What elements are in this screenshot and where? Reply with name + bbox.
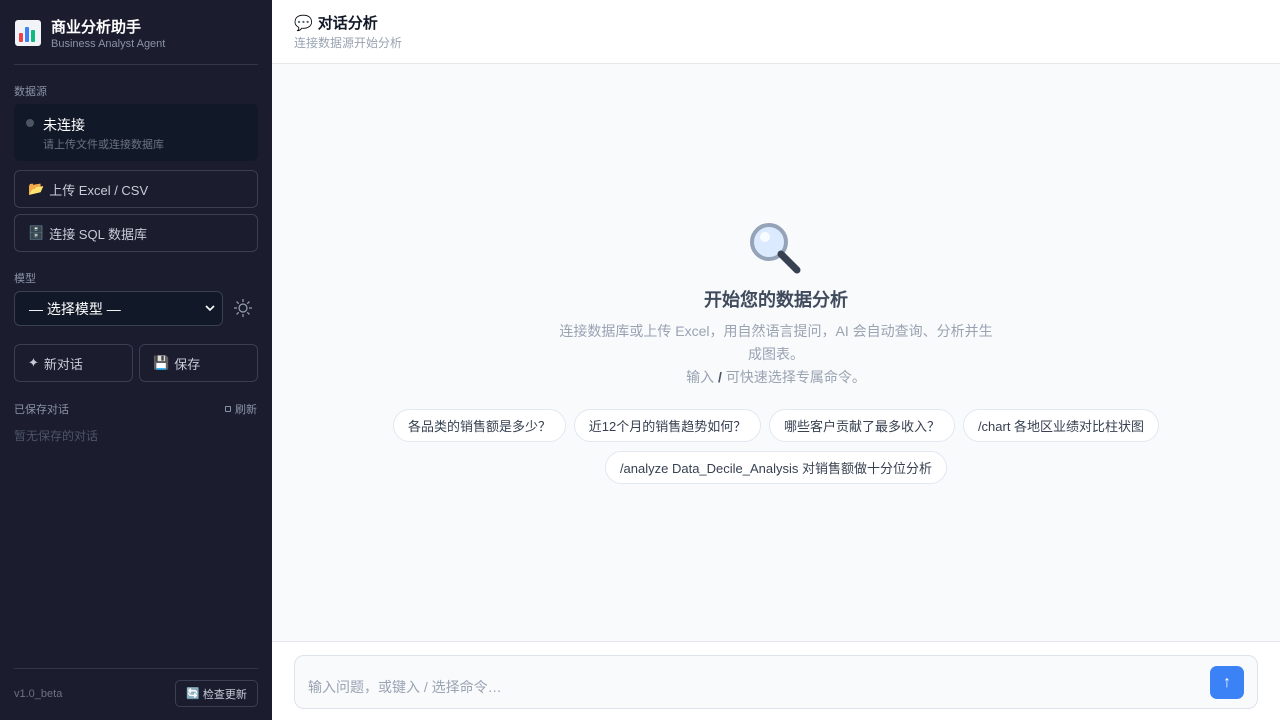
connection-hint: 请上传文件或连接数据库 <box>43 139 164 151</box>
suggestion-chip[interactable]: 近12个月的销售趋势如何？ <box>574 409 761 442</box>
hint-suffix: 可快速选择专属命令。 <box>725 369 866 385</box>
refresh-icon <box>225 406 231 412</box>
sidebar-footer: v1.0_beta 🔄 检查更新 <box>14 668 258 720</box>
welcome-description: 连接数据库或上传 Excel，用自然语言提问，AI 会自动查询、分析并生成图表。 <box>559 323 993 362</box>
sidebar: 商业分析助手 Business Analyst Agent 数据源 未连接 请上… <box>0 0 272 720</box>
save-button[interactable]: 💾 保存 <box>139 344 258 382</box>
connect-sql-button[interactable]: 🗄️ 连接 SQL 数据库 <box>14 214 258 252</box>
main-header: 💬 对话分析 连接数据源开始分析 <box>272 0 1280 64</box>
refresh-icon: 🔄 <box>186 688 200 700</box>
suggestion-chip[interactable]: 哪些客户贡献了最多收入？ <box>769 409 955 442</box>
hint-key: / <box>718 369 722 385</box>
saved-chats-label: 已保存对话 <box>14 404 69 416</box>
send-button[interactable]: ↑ <box>1210 666 1244 699</box>
folder-icon: 📂 <box>28 181 45 196</box>
refresh-label: 刷新 <box>235 404 257 416</box>
upload-file-label: 上传 Excel / CSV <box>49 182 149 198</box>
version-label: v1.0_beta <box>14 688 63 700</box>
chat-input-box: ↑ <box>294 655 1258 709</box>
model-label: 模型 <box>14 273 36 285</box>
speech-bubble-icon: 💬 <box>294 14 313 32</box>
page-subtitle: 连接数据源开始分析 <box>294 36 403 50</box>
connection-status: 未连接 <box>43 117 85 133</box>
sun-icon[interactable] <box>232 297 254 319</box>
new-chat-label: 新对话 <box>43 356 83 372</box>
magnifier-icon <box>750 223 801 274</box>
chat-input[interactable] <box>308 676 1188 698</box>
app-title: 商业分析助手 <box>51 19 142 36</box>
model-select-value: — 选择模型 — <box>29 300 121 317</box>
datasource-label: 数据源 <box>14 86 47 98</box>
saved-chats-empty: 暂无保存的对话 <box>14 429 99 443</box>
page-title-text: 对话分析 <box>317 15 378 32</box>
suggestion-chip[interactable]: /chart 各地区业绩对比柱状图 <box>963 409 1159 442</box>
refresh-saved-button[interactable]: 刷新 <box>225 401 257 417</box>
page-title: 💬 对话分析 <box>294 12 378 33</box>
save-label: 保存 <box>174 356 201 372</box>
connection-status-card: 未连接 请上传文件或连接数据库 <box>14 104 258 161</box>
status-dot-icon <box>26 119 34 127</box>
welcome-hint: 输入 / 可快速选择专属命令。 <box>272 367 1280 387</box>
check-update-label: 检查更新 <box>202 688 247 701</box>
suggestion-chip[interactable]: 各品类的销售额是多少？ <box>393 409 566 442</box>
check-update-button[interactable]: 🔄 检查更新 <box>175 680 258 707</box>
brand: 商业分析助手 Business Analyst Agent <box>14 16 258 65</box>
new-chat-button[interactable]: ✦ 新对话 <box>14 344 133 382</box>
bar-chart-icon <box>14 19 42 47</box>
hint-prefix: 输入 <box>686 369 715 385</box>
suggestion-chip[interactable]: /analyze Data_Decile_Analysis 对销售额做十分位分析 <box>605 451 947 484</box>
sparkle-icon: ✦ <box>28 355 39 370</box>
database-icon: 🗄️ <box>28 225 45 240</box>
chevron-down-icon <box>205 305 215 312</box>
app-subtitle: Business Analyst Agent <box>51 38 166 50</box>
welcome-title: 开始您的数据分析 <box>704 290 848 310</box>
model-select[interactable]: — 选择模型 — <box>14 291 223 326</box>
chat-input-bar: ↑ <box>272 641 1280 720</box>
upload-file-button[interactable]: 📂 上传 Excel / CSV <box>14 170 258 208</box>
floppy-disk-icon: 💾 <box>153 355 170 370</box>
connect-sql-label: 连接 SQL 数据库 <box>49 226 147 242</box>
